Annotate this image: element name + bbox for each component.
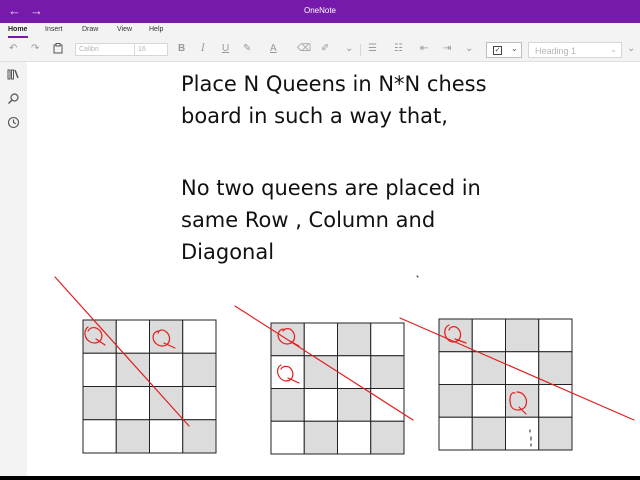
board-square: [115, 352, 150, 387]
board-square: [505, 416, 540, 451]
board-square: [303, 420, 338, 455]
board-square: [149, 319, 184, 354]
board-square: [505, 351, 540, 385]
board-square: [115, 419, 150, 454]
board-square: [471, 384, 506, 418]
board-square: [115, 386, 150, 421]
board-square: [303, 322, 338, 357]
board-square: [149, 352, 184, 387]
board-square: [82, 352, 117, 387]
board-square: [370, 322, 405, 357]
board-square: [471, 318, 506, 353]
board-square: [370, 420, 405, 455]
chessboard-drawings: [54, 275, 635, 455]
board-square: [82, 319, 117, 354]
board-square: [115, 319, 150, 354]
board-square: [538, 351, 573, 385]
board-square: [505, 318, 540, 353]
board-square: [182, 352, 217, 387]
board-square: [538, 384, 573, 418]
chessboard: [82, 319, 217, 454]
board-square: [337, 322, 372, 357]
board-square: [182, 319, 217, 354]
board-square: [149, 386, 184, 421]
ink-dot: [416, 275, 419, 278]
board-square: [270, 355, 305, 389]
board-square: [149, 419, 184, 454]
board-square: [303, 388, 338, 422]
board-square: [337, 420, 372, 455]
board-square: [438, 351, 473, 385]
board-square: [182, 386, 217, 421]
bottom-edge: [0, 476, 640, 480]
board-square: [82, 419, 117, 454]
board-square: [270, 420, 305, 455]
board-square: [438, 384, 473, 418]
board-square: [471, 416, 506, 451]
board-square: [370, 388, 405, 422]
board-square: [337, 388, 372, 422]
board-square: [82, 386, 117, 421]
board-square: [438, 416, 473, 451]
board-square: [337, 355, 372, 389]
board-square: [270, 388, 305, 422]
board-square: [538, 318, 573, 353]
board-square: [370, 355, 405, 389]
board-square: [538, 416, 573, 451]
